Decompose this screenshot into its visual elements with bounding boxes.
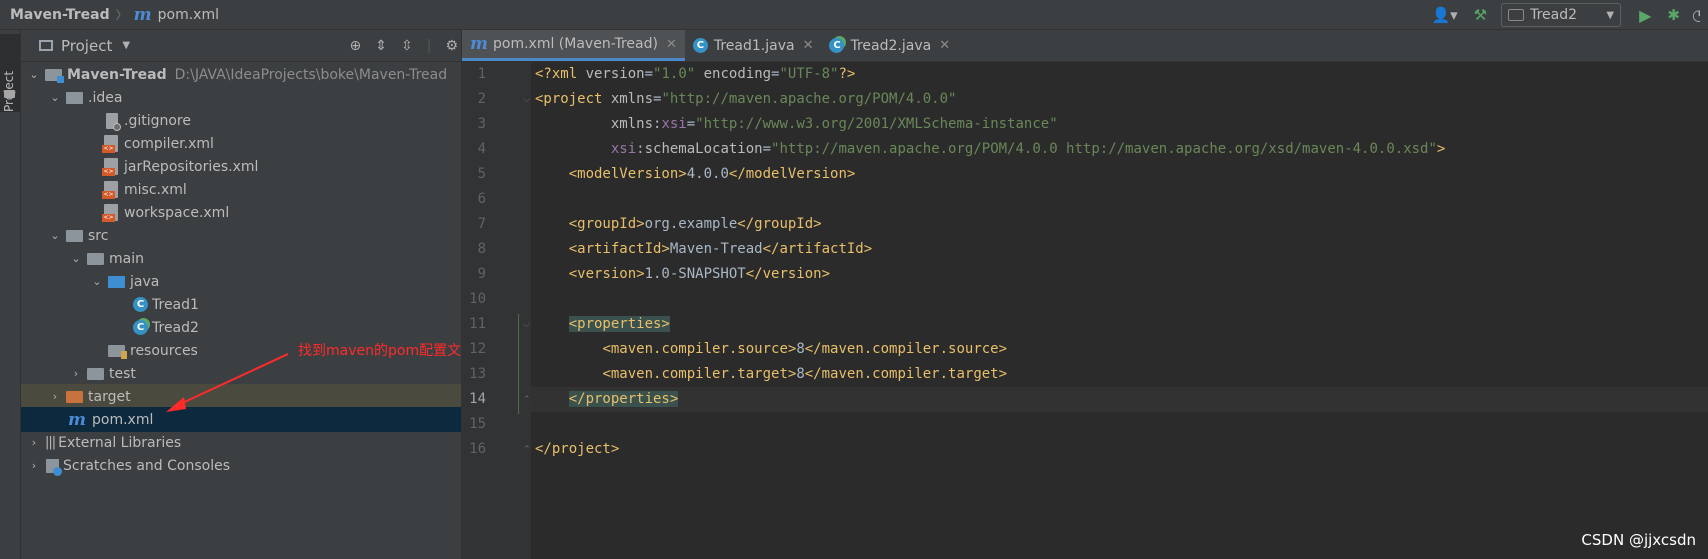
code-line-7: <groupId>org.example</groupId> [568, 216, 822, 232]
line-number: 2 [477, 91, 486, 107]
code-line-11: <properties> [568, 316, 670, 332]
watermark: CSDN @jjxcsdn [1581, 531, 1696, 549]
line-number: 13 [469, 366, 486, 382]
code-line-14-current: </properties> [531, 387, 1708, 412]
fold-marker-icon[interactable]: ⌵ [523, 320, 530, 330]
line-number: 12 [469, 341, 486, 357]
line-number: 10 [469, 291, 486, 307]
code-line-3: xmlns:xsi="http://www.w3.org/2001/XMLSch… [610, 116, 1058, 132]
code-line-4: xsi:schemaLocation="http://maven.apache.… [610, 141, 1446, 157]
close-icon[interactable]: ✕ [939, 38, 950, 53]
editor-tab-bar: m pom.xml (Maven-Tread) ✕ C Tread1.java … [461, 30, 1708, 62]
tab-pom-xml[interactable]: m pom.xml (Maven-Tread) ✕ [462, 30, 685, 61]
line-number: 7 [477, 216, 486, 232]
code-line-2: <project xmlns="http://maven.apache.org/… [535, 91, 957, 107]
tab-label: Tread1.java [713, 37, 795, 54]
tab-tread2-java[interactable]: C Tread2.java ✕ [821, 30, 958, 61]
java-runnable-class-icon: C [829, 38, 845, 53]
maven-file-icon: m [470, 34, 488, 54]
close-icon[interactable]: ✕ [666, 37, 677, 52]
code-line-5: <modelVersion>4.0.0</modelVersion> [568, 166, 856, 182]
line-number: 16 [469, 441, 486, 457]
line-number: 6 [477, 191, 486, 207]
line-number: 15 [469, 416, 486, 432]
fold-marker-icon[interactable]: ⌃ [523, 445, 531, 455]
line-number: 8 [477, 241, 486, 257]
code-line-8: <artifactId>Maven-Tread</artifactId> [568, 241, 873, 257]
line-number: 1 [477, 66, 486, 82]
line-number: 5 [477, 166, 486, 182]
fold-marker-icon[interactable]: ⌵ [523, 95, 530, 105]
editor-gutter: 1 2 3 4 5 6 7 8 9 10 11 12 13 14 15 16 ⌵… [461, 62, 532, 559]
line-number: 11 [469, 316, 486, 332]
code-line-9: <version>1.0-SNAPSHOT</version> [568, 266, 831, 282]
line-number: 3 [477, 116, 486, 132]
fold-marker-icon[interactable]: ⌃ [523, 395, 531, 405]
annotation-text: 找到maven的pom配置文件 [298, 343, 476, 359]
tab-tread1-java[interactable]: C Tread1.java ✕ [685, 30, 822, 61]
java-class-icon: C [692, 38, 708, 53]
line-number: 9 [477, 266, 486, 282]
code-line-12: <maven.compiler.source>8</maven.compiler… [602, 341, 1008, 357]
code-line-16: </project> [535, 441, 620, 457]
line-number: 4 [477, 141, 486, 157]
code-line-1: <?xml version="1.0" encoding="UTF-8"?> [535, 66, 856, 82]
close-icon[interactable]: ✕ [803, 38, 814, 53]
tab-label: pom.xml (Maven-Tread) [493, 36, 658, 52]
code-editor[interactable]: <?xml version="1.0" encoding="UTF-8"?> <… [531, 62, 1708, 559]
tab-label: Tread2.java [850, 37, 932, 54]
line-number-current: 14 [469, 391, 486, 407]
change-indicator [518, 314, 519, 414]
code-line-13: <maven.compiler.target>8</maven.compiler… [602, 366, 1008, 382]
